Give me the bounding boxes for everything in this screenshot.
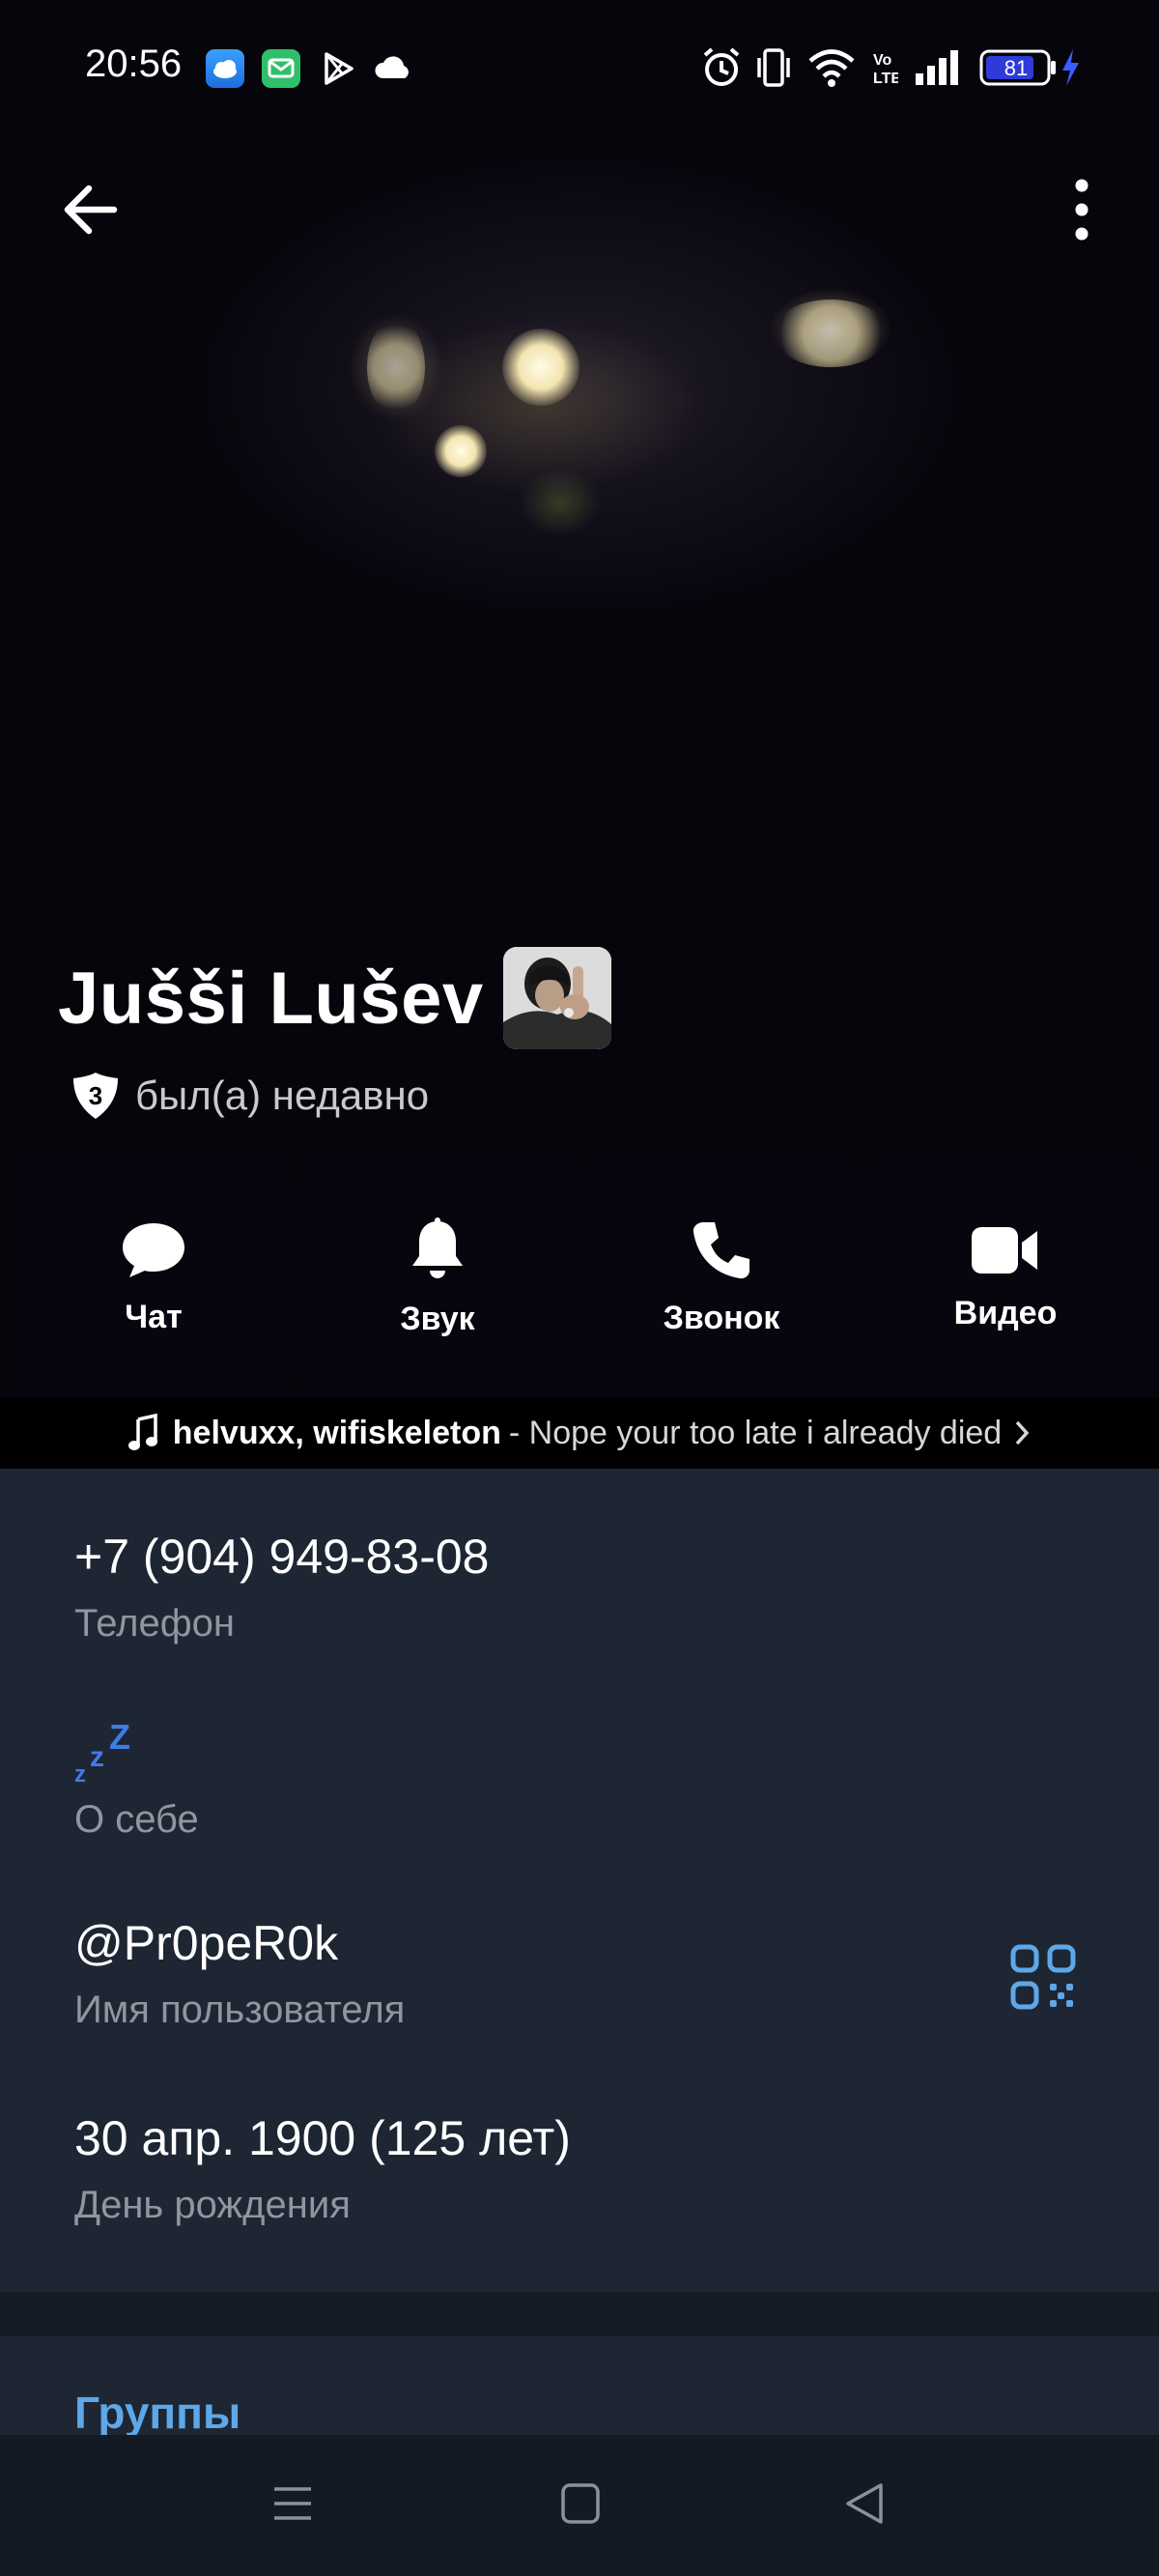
svg-text:LTE: LTE bbox=[873, 71, 898, 87]
cover-light bbox=[502, 329, 580, 406]
profile-status-row: 3 был(а) недавно bbox=[70, 1071, 429, 1121]
profile-name: Juššі Lušev bbox=[58, 957, 484, 1040]
back-button[interactable] bbox=[54, 174, 126, 245]
more-menu-button[interactable] bbox=[1062, 174, 1101, 245]
section-divider bbox=[0, 2292, 1159, 2336]
profile-actions: Чат Звук Звонок Видео bbox=[17, 1159, 1142, 1395]
status-time: 20:56 bbox=[85, 43, 183, 85]
menu-nav-icon bbox=[274, 2487, 311, 2520]
qr-code-button[interactable] bbox=[1010, 1944, 1076, 2010]
about-row[interactable]: z z Z О себе bbox=[74, 1717, 199, 1842]
about-label: О себе bbox=[74, 1798, 199, 1841]
chat-button-label: Чат bbox=[125, 1298, 183, 1335]
music-title: - Nope your too late i already died bbox=[508, 1414, 1003, 1451]
groups-section[interactable]: Группы bbox=[0, 2336, 1159, 2435]
chevron-right-icon bbox=[1015, 1420, 1030, 1445]
cloud-icon bbox=[373, 49, 411, 88]
birthday-value: 30 апр. 1900 (125 лет) bbox=[74, 2111, 571, 2165]
cover-light bbox=[435, 425, 487, 477]
shield-badge-icon: 3 bbox=[70, 1071, 122, 1121]
about-zzz-3: Z bbox=[109, 1722, 130, 1757]
bell-icon bbox=[412, 1216, 463, 1278]
about-zzz-2: z bbox=[90, 1741, 104, 1773]
menu-nav-button[interactable] bbox=[270, 2477, 315, 2534]
chat-bubble-icon bbox=[123, 1222, 184, 1277]
chat-button[interactable]: Чат bbox=[17, 1159, 290, 1395]
profile-name-row: Juššі Lušev bbox=[58, 947, 611, 1049]
music-artist: helvuxx, wifiskeleton bbox=[172, 1414, 501, 1451]
play-store-icon bbox=[319, 49, 357, 88]
about-zzz-1: z bbox=[74, 1761, 86, 1786]
username-label: Имя пользователя bbox=[74, 1989, 406, 2031]
shield-badge-number: 3 bbox=[89, 1081, 102, 1110]
back-nav-button[interactable] bbox=[842, 2477, 887, 2534]
profile-music[interactable]: helvuxx, wifiskeleton - Nope your too la… bbox=[0, 1397, 1159, 1469]
volte-icon: Vo LTE bbox=[871, 46, 901, 94]
username-row[interactable]: @Pr0peR0k Имя пользователя bbox=[74, 1915, 405, 2032]
svg-text:Vo: Vo bbox=[873, 52, 891, 69]
video-camera-icon bbox=[972, 1226, 1037, 1274]
video-button-label: Видео bbox=[953, 1294, 1058, 1331]
arrow-left-icon bbox=[64, 185, 118, 235]
phone-label: Телефон bbox=[74, 1602, 235, 1645]
system-nav-bar bbox=[0, 2435, 1159, 2576]
groups-title: Группы bbox=[74, 2388, 241, 2435]
qr-code-icon bbox=[1010, 1944, 1076, 2010]
call-button-label: Звонок bbox=[663, 1299, 780, 1336]
birthday-row[interactable]: 30 апр. 1900 (125 лет) День рождения bbox=[74, 2110, 571, 2227]
sound-button-label: Звук bbox=[400, 1300, 475, 1337]
phone-icon bbox=[693, 1221, 749, 1278]
battery-level: 81 bbox=[1004, 56, 1028, 80]
sound-button[interactable]: Звук bbox=[301, 1159, 574, 1395]
status-bar: 20:56 Vo LTE 81 bbox=[0, 0, 1159, 135]
phone-row[interactable]: +7 (904) 949-83-08 Телефон bbox=[74, 1529, 489, 1646]
battery-icon: 81 bbox=[979, 48, 1057, 92]
home-nav-button[interactable] bbox=[558, 2477, 603, 2534]
alarm-icon bbox=[701, 46, 742, 94]
call-button[interactable]: Звонок bbox=[585, 1159, 858, 1395]
weather-app-icon bbox=[206, 49, 244, 88]
wifi-icon bbox=[807, 46, 856, 94]
vibrate-icon bbox=[755, 46, 792, 94]
signal-icon bbox=[914, 46, 962, 94]
sleeping-emoji: z z Z bbox=[74, 1717, 130, 1788]
profile-info: +7 (904) 949-83-08 Телефон z z Z О себе … bbox=[0, 1469, 1159, 2292]
charging-icon bbox=[1059, 46, 1082, 94]
cover-light bbox=[367, 319, 425, 415]
home-nav-icon bbox=[561, 2483, 600, 2524]
birthday-label: День рождения bbox=[74, 2184, 351, 2226]
emoji-status-avatar[interactable] bbox=[502, 947, 611, 1049]
cover-light bbox=[773, 300, 889, 367]
more-vertical-icon bbox=[1075, 179, 1088, 241]
username-value: @Pr0peR0k bbox=[74, 1916, 339, 1970]
music-note-icon bbox=[127, 1414, 157, 1450]
video-button[interactable]: Видео bbox=[869, 1159, 1142, 1395]
phone-value: +7 (904) 949-83-08 bbox=[74, 1530, 490, 1584]
back-nav-icon bbox=[846, 2483, 883, 2524]
messages-app-icon bbox=[262, 49, 300, 88]
profile-last-seen: был(а) недавно bbox=[135, 1073, 430, 1118]
